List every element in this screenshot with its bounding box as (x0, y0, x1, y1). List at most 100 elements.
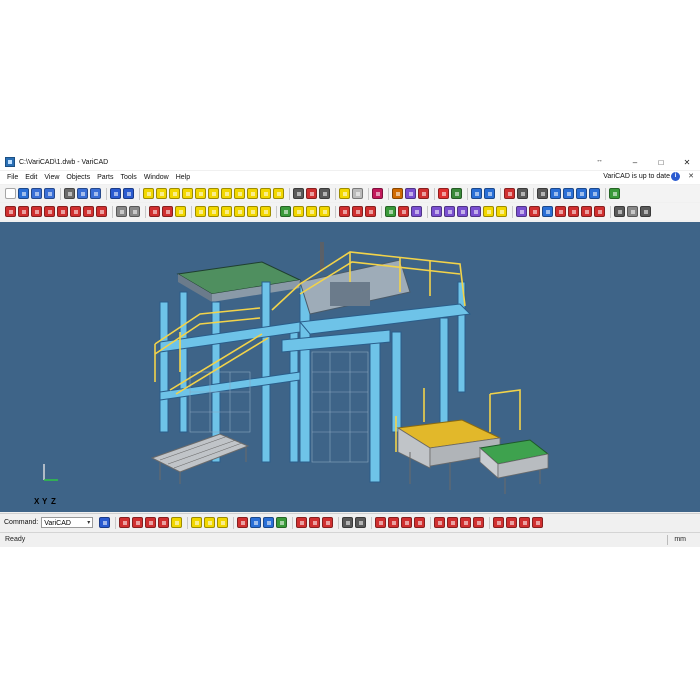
restore-arrows-icon[interactable]: ↔ (596, 157, 603, 164)
main-tool-icon[interactable] (195, 188, 206, 199)
command-tool-icon[interactable] (296, 517, 308, 528)
command-tool-icon[interactable] (191, 517, 203, 528)
secondary-tool-icon[interactable] (385, 206, 396, 217)
secondary-tool-icon[interactable] (555, 206, 566, 217)
main-tool-icon[interactable] (143, 188, 154, 199)
varicad-app-icon[interactable] (5, 157, 15, 167)
menu-file[interactable]: File (7, 174, 18, 181)
menu-view[interactable]: View (44, 174, 59, 181)
secondary-tool-icon[interactable] (70, 206, 81, 217)
command-tool-icon[interactable] (263, 517, 275, 528)
main-tool-icon[interactable] (273, 188, 284, 199)
main-tool-icon[interactable] (208, 188, 219, 199)
secondary-tool-icon[interactable] (5, 206, 16, 217)
secondary-tool-icon[interactable] (568, 206, 579, 217)
main-tool-icon[interactable] (576, 188, 587, 199)
main-tool-icon[interactable] (352, 188, 363, 199)
secondary-tool-icon[interactable] (483, 206, 494, 217)
command-tool-icon[interactable] (388, 517, 400, 528)
main-tool-icon[interactable] (471, 188, 482, 199)
secondary-tool-icon[interactable] (431, 206, 442, 217)
main-tool-icon[interactable] (234, 188, 245, 199)
secondary-tool-icon[interactable] (83, 206, 94, 217)
main-tool-icon[interactable] (156, 188, 167, 199)
secondary-tool-icon[interactable] (280, 206, 291, 217)
command-tool-icon[interactable] (460, 517, 472, 528)
minimize-button[interactable]: – (622, 158, 648, 167)
menu-window[interactable]: Window (144, 174, 169, 181)
command-tool-icon[interactable] (355, 517, 367, 528)
secondary-tool-icon[interactable] (365, 206, 376, 217)
secondary-tool-icon[interactable] (470, 206, 481, 217)
main-tool-icon[interactable] (169, 188, 180, 199)
command-tool-icon[interactable] (473, 517, 485, 528)
command-input[interactable]: VariCAD ▾ (41, 517, 94, 528)
main-tool-icon[interactable] (260, 188, 271, 199)
secondary-tool-icon[interactable] (175, 206, 186, 217)
main-tool-icon[interactable] (339, 188, 350, 199)
command-tool-icon[interactable] (145, 517, 157, 528)
secondary-tool-icon[interactable] (96, 206, 107, 217)
main-tool-icon[interactable] (418, 188, 429, 199)
secondary-tool-icon[interactable] (594, 206, 605, 217)
command-tool-icon[interactable] (342, 517, 354, 528)
command-tool-icon[interactable] (309, 517, 321, 528)
command-tool-icon[interactable] (401, 517, 413, 528)
secondary-tool-icon[interactable] (444, 206, 455, 217)
command-tool-icon[interactable] (322, 517, 334, 528)
secondary-tool-icon[interactable] (614, 206, 625, 217)
secondary-tool-icon[interactable] (306, 206, 317, 217)
secondary-tool-icon[interactable] (542, 206, 553, 217)
main-tool-icon[interactable] (537, 188, 548, 199)
main-tool-icon[interactable] (77, 188, 88, 199)
info-icon[interactable]: i (671, 172, 680, 181)
secondary-tool-icon[interactable] (339, 206, 350, 217)
close-button[interactable]: ✕ (674, 158, 700, 167)
main-tool-icon[interactable] (221, 188, 232, 199)
secondary-tool-icon[interactable] (234, 206, 245, 217)
secondary-tool-icon[interactable] (581, 206, 592, 217)
secondary-tool-icon[interactable] (293, 206, 304, 217)
command-tool-icon[interactable] (414, 517, 426, 528)
main-tool-icon[interactable] (90, 188, 101, 199)
3d-viewport[interactable]: X Y Z (0, 222, 700, 512)
main-tool-icon[interactable] (31, 188, 42, 199)
main-tool-icon[interactable] (306, 188, 317, 199)
main-tool-icon[interactable] (517, 188, 528, 199)
main-tool-icon[interactable] (589, 188, 600, 199)
main-tool-icon[interactable] (484, 188, 495, 199)
command-tool-icon[interactable] (119, 517, 131, 528)
secondary-tool-icon[interactable] (18, 206, 29, 217)
secondary-tool-icon[interactable] (529, 206, 540, 217)
main-tool-icon[interactable] (64, 188, 75, 199)
secondary-tool-icon[interactable] (149, 206, 160, 217)
secondary-tool-icon[interactable] (398, 206, 409, 217)
command-tool-icon[interactable] (434, 517, 446, 528)
secondary-tool-icon[interactable] (195, 206, 206, 217)
secondary-tool-icon[interactable] (627, 206, 638, 217)
menu-objects[interactable]: Objects (66, 174, 90, 181)
main-tool-icon[interactable] (372, 188, 383, 199)
secondary-tool-icon[interactable] (411, 206, 422, 217)
command-tool-icon[interactable] (506, 517, 518, 528)
command-tool-icon[interactable] (171, 517, 183, 528)
main-tool-icon[interactable] (609, 188, 620, 199)
command-tool-icon[interactable] (132, 517, 144, 528)
command-tool-icon[interactable] (375, 517, 387, 528)
secondary-tool-icon[interactable] (221, 206, 232, 217)
command-tool-icon[interactable] (237, 517, 249, 528)
main-tool-icon[interactable] (5, 188, 16, 199)
command-tool-icon[interactable] (250, 517, 262, 528)
command-tool-icon[interactable] (532, 517, 544, 528)
main-tool-icon[interactable] (293, 188, 304, 199)
secondary-tool-icon[interactable] (352, 206, 363, 217)
command-tool-icon[interactable] (217, 517, 229, 528)
secondary-tool-icon[interactable] (129, 206, 140, 217)
secondary-tool-icon[interactable] (457, 206, 468, 217)
main-tool-icon[interactable] (550, 188, 561, 199)
secondary-tool-icon[interactable] (57, 206, 68, 217)
command-tool-icon[interactable] (99, 517, 111, 528)
secondary-tool-icon[interactable] (640, 206, 651, 217)
command-tool-icon[interactable] (276, 517, 288, 528)
main-tool-icon[interactable] (123, 188, 134, 199)
